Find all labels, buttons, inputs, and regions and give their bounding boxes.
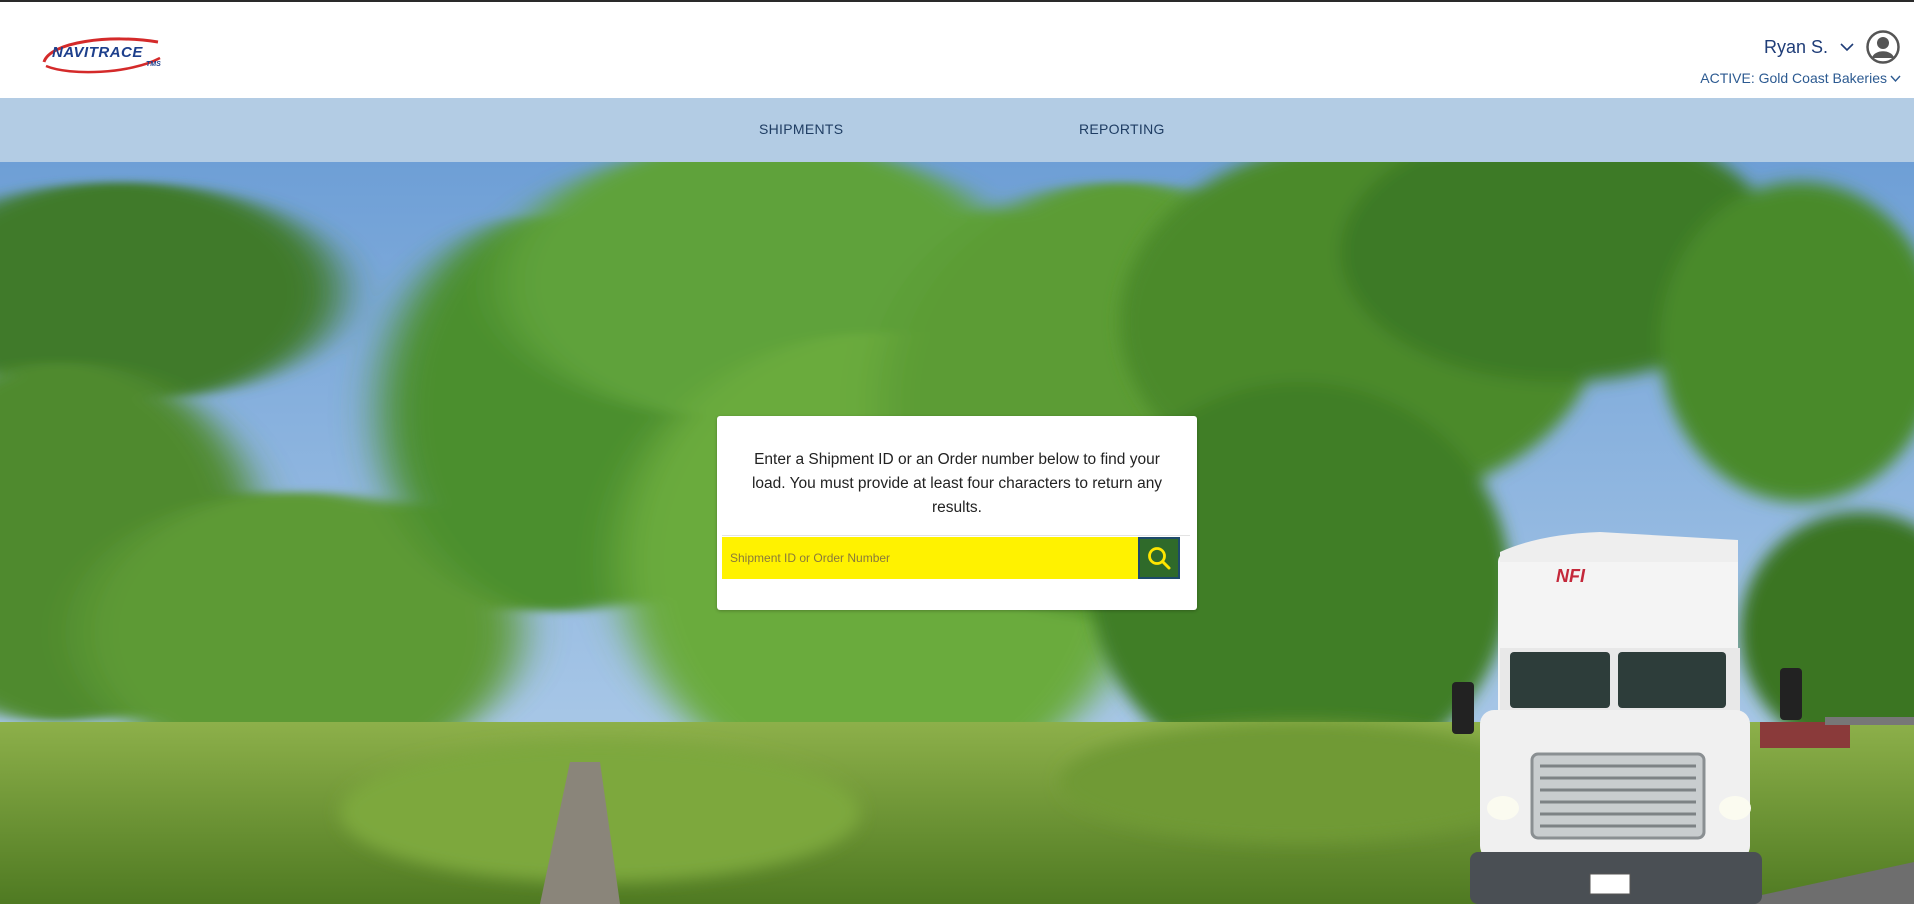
nav-item-shipments[interactable]: SHIPMENTS (759, 121, 843, 137)
shipment-search-card: Enter a Shipment ID or an Order number b… (717, 416, 1197, 610)
search-instructions: Enter a Shipment ID or an Order number b… (751, 451, 1163, 516)
user-menu[interactable]: Ryan S. (1764, 30, 1900, 64)
search-row (722, 537, 1185, 579)
search-button[interactable] (1138, 537, 1180, 579)
app-header: NAVITRACE TMS Ryan S. ACTIVE: Gold Coast… (0, 2, 1914, 98)
active-account-selector[interactable]: ACTIVE: Gold Coast Bakeries (1700, 70, 1902, 86)
svg-text:NFI: NFI (1556, 566, 1586, 586)
nav-item-reporting[interactable]: REPORTING (1079, 121, 1165, 137)
main-nav: SHIPMENTS REPORTING (0, 98, 1914, 162)
chevron-down-icon[interactable] (1838, 38, 1856, 56)
navitrace-logo[interactable]: NAVITRACE TMS (40, 32, 180, 78)
user-avatar-icon[interactable] (1866, 30, 1900, 64)
chevron-down-icon[interactable] (1889, 72, 1902, 85)
logo-wordmark: NAVITRACE (52, 44, 143, 61)
card-divider (722, 535, 1190, 536)
user-name[interactable]: Ryan S. (1764, 37, 1828, 58)
active-account-label[interactable]: ACTIVE: Gold Coast Bakeries (1700, 70, 1887, 86)
logo-subtext: TMS (146, 61, 161, 68)
search-icon (1148, 547, 1171, 570)
shipment-search-input[interactable] (722, 537, 1138, 579)
